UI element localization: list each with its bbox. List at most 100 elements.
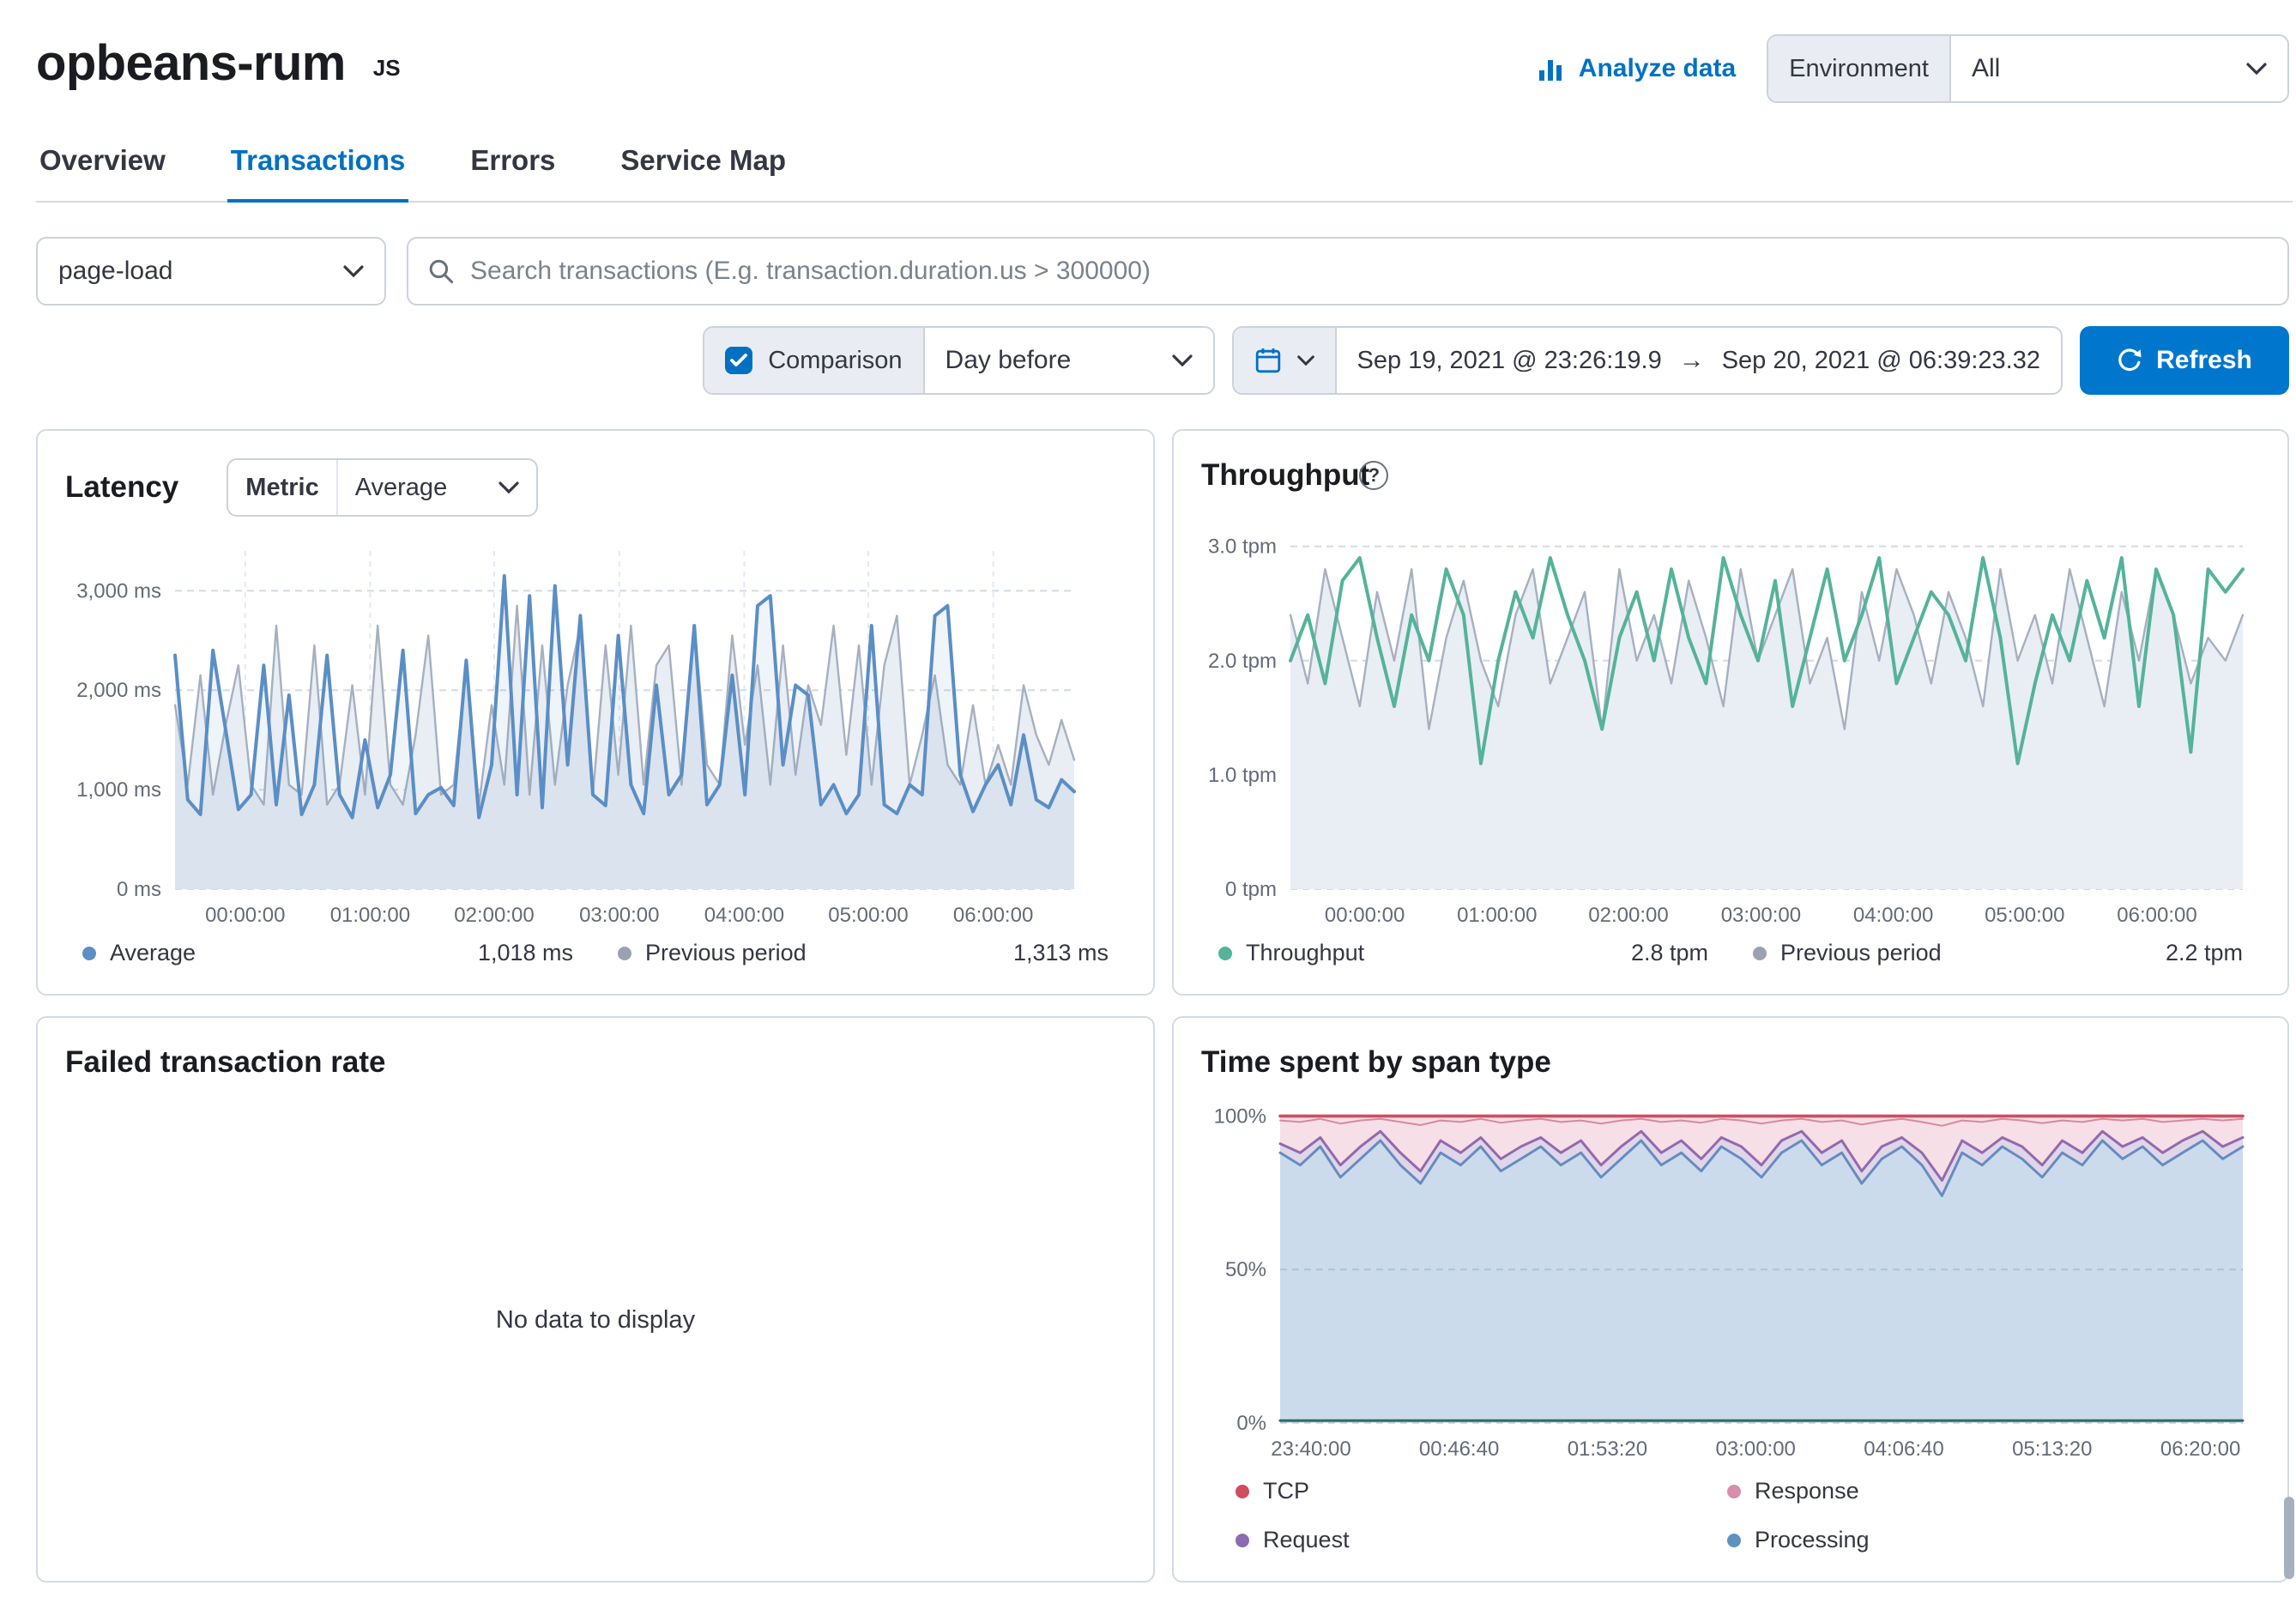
refresh-label: Refresh (2156, 346, 2252, 375)
svg-text:02:00:00: 02:00:00 (1588, 904, 1668, 927)
environment-label: Environment (1768, 36, 1951, 101)
svg-text:05:00:00: 05:00:00 (1985, 904, 2064, 927)
legend-item-previous-period[interactable]: Previous period (1753, 940, 1942, 966)
apm-service-page: opbeans-rum JS Analyze data Environment … (0, 0, 2296, 1598)
legend-value-previous-period: 2.2 tpm (2166, 940, 2243, 966)
legend-dot (82, 947, 96, 960)
latency-panel: Latency Metric Average 3,000 ms2,000 ms1… (36, 429, 1155, 996)
analyze-data-label: Analyze data (1579, 54, 1736, 83)
legend-dot (618, 947, 631, 960)
svg-text:50%: 50% (1225, 1258, 1266, 1281)
time-spent-by-span-type-panel: Time spent by span type 100% 50% 0%23:40:0… (1172, 1016, 2289, 1583)
legend-label: Previous period (1780, 940, 1942, 966)
throughput-panel: Throughput ? 3.0 tpm2.0 tpm1.0 tpm0 tpm0… (1172, 429, 2289, 996)
analyze-data-link[interactable]: Analyze data (1538, 54, 1736, 83)
comparison-select[interactable]: Day before (925, 328, 1213, 393)
legend-label: Previous period (645, 940, 807, 966)
svg-text:23:40:00: 23:40:00 (1271, 1438, 1350, 1461)
throughput-legend: Throughput 2.8 tpm Previous period 2.2 t… (1201, 929, 2260, 966)
chevron-down-icon (2246, 63, 2267, 75)
comparison-label: Comparison (768, 347, 902, 375)
help-icon[interactable]: ? (1359, 461, 1388, 490)
svg-text:06:00:00: 06:00:00 (953, 904, 1033, 927)
no-data-message: No data to display (65, 1087, 1126, 1553)
environment-select[interactable]: All (1951, 36, 2287, 101)
metric-label: Metric (228, 460, 337, 515)
search-field (407, 237, 2289, 306)
latency-chart[interactable]: 3,000 ms2,000 ms1,000 ms0 ms00:00:0001:0… (65, 524, 1126, 929)
environment-filter: Environment All (1767, 34, 2289, 103)
search-icon (427, 257, 455, 285)
refresh-button[interactable]: Refresh (2080, 326, 2289, 395)
tab-errors[interactable]: Errors (467, 124, 559, 201)
legend-item-average[interactable]: Average (82, 940, 196, 966)
time-spent-chart[interactable]: 100%50%0%23:40:0000:46:4001:53:2003:00:0… (1201, 1087, 2260, 1464)
latency-title: Latency (65, 470, 178, 505)
filter-bar: page-load Comparison Day before (36, 237, 2289, 395)
legend-dot (1236, 1534, 1249, 1547)
chevron-down-icon (1297, 355, 1314, 366)
environment-value: All (1972, 54, 2000, 83)
page-scrollbar[interactable] (2284, 1497, 2294, 1579)
page-title: opbeans-rum (36, 34, 346, 92)
legend-label: TCP (1263, 1478, 1309, 1504)
svg-text:01:53:20: 01:53:20 (1568, 1438, 1647, 1461)
legend-item-response[interactable]: Response (1727, 1478, 2219, 1504)
svg-text:0%: 0% (1236, 1412, 1266, 1435)
metric-value: Average (355, 474, 448, 502)
failed-transaction-rate-panel: Failed transaction rate No data to displ… (36, 1016, 1155, 1583)
comparison-toggle[interactable]: Comparison (704, 328, 924, 393)
throughput-title: Throughput (1201, 458, 1369, 493)
legend-item-tcp[interactable]: TCP (1236, 1478, 1727, 1504)
svg-text:100%: 100% (1214, 1105, 1266, 1128)
svg-text:05:00:00: 05:00:00 (828, 904, 908, 927)
arrow-right-icon: → (1679, 346, 1705, 375)
comparison-value: Day before (946, 346, 1072, 375)
svg-text:2.0 tpm: 2.0 tpm (1208, 650, 1277, 673)
date-range-end[interactable]: Sep 20, 2021 @ 06:39:23.32 (1722, 347, 2040, 375)
date-picker-menu-button[interactable] (1234, 328, 1337, 393)
svg-text:02:00:00: 02:00:00 (454, 904, 534, 927)
legend-item-throughput[interactable]: Throughput (1218, 940, 1364, 966)
comparison-checkbox[interactable] (725, 347, 752, 374)
transaction-type-value: page-load (58, 257, 172, 286)
throughput-chart[interactable]: 3.0 tpm2.0 tpm1.0 tpm0 tpm00:00:0001:00:… (1201, 499, 2260, 929)
legend-dot (1236, 1485, 1249, 1498)
failed-rate-title: Failed transaction rate (65, 1045, 385, 1080)
legend-label: Throughput (1246, 940, 1364, 966)
svg-text:2,000 ms: 2,000 ms (76, 679, 161, 702)
legend-item-previous-period[interactable]: Previous period (618, 940, 807, 966)
svg-text:00:46:40: 00:46:40 (1419, 1438, 1499, 1461)
legend-item-processing[interactable]: Processing (1727, 1527, 2219, 1553)
legend-dot (1727, 1534, 1741, 1547)
comparison-control: Comparison Day before (703, 326, 1214, 395)
svg-text:1.0 tpm: 1.0 tpm (1208, 764, 1277, 787)
tab-service-map[interactable]: Service Map (617, 124, 789, 201)
svg-text:03:00:00: 03:00:00 (1721, 904, 1801, 927)
refresh-icon (2117, 348, 2142, 373)
svg-text:03:00:00: 03:00:00 (579, 904, 659, 927)
svg-text:01:00:00: 01:00:00 (1457, 904, 1537, 927)
chevron-down-icon (498, 481, 519, 493)
legend-item-request[interactable]: Request (1236, 1527, 1727, 1553)
svg-text:06:20:00: 06:20:00 (2160, 1438, 2240, 1461)
legend-label: Processing (1755, 1527, 1870, 1553)
svg-text:00:00:00: 00:00:00 (205, 904, 285, 927)
time-spent-title: Time spent by span type (1201, 1045, 1551, 1080)
tab-bar: Overview Transactions Errors Service Map (36, 124, 2293, 203)
legend-label: Response (1755, 1478, 1859, 1504)
transaction-type-select[interactable]: page-load (36, 237, 386, 306)
tab-overview[interactable]: Overview (36, 124, 169, 201)
tab-transactions[interactable]: Transactions (227, 124, 409, 203)
svg-text:04:00:00: 04:00:00 (1853, 904, 1933, 927)
svg-text:04:06:40: 04:06:40 (1864, 1438, 1943, 1461)
legend-value-previous-period: 1,313 ms (1013, 940, 1109, 966)
legend-dot (1727, 1485, 1741, 1498)
search-input[interactable] (407, 237, 2289, 306)
legend-dot (1218, 947, 1232, 960)
svg-text:1,000 ms: 1,000 ms (76, 778, 161, 802)
latency-metric-select[interactable]: Metric Average (227, 458, 538, 517)
check-icon (729, 353, 748, 368)
date-range-picker: Sep 19, 2021 @ 23:26:19.9 → Sep 20, 2021… (1232, 326, 2063, 395)
date-range-start[interactable]: Sep 19, 2021 @ 23:26:19.9 (1357, 347, 1662, 375)
